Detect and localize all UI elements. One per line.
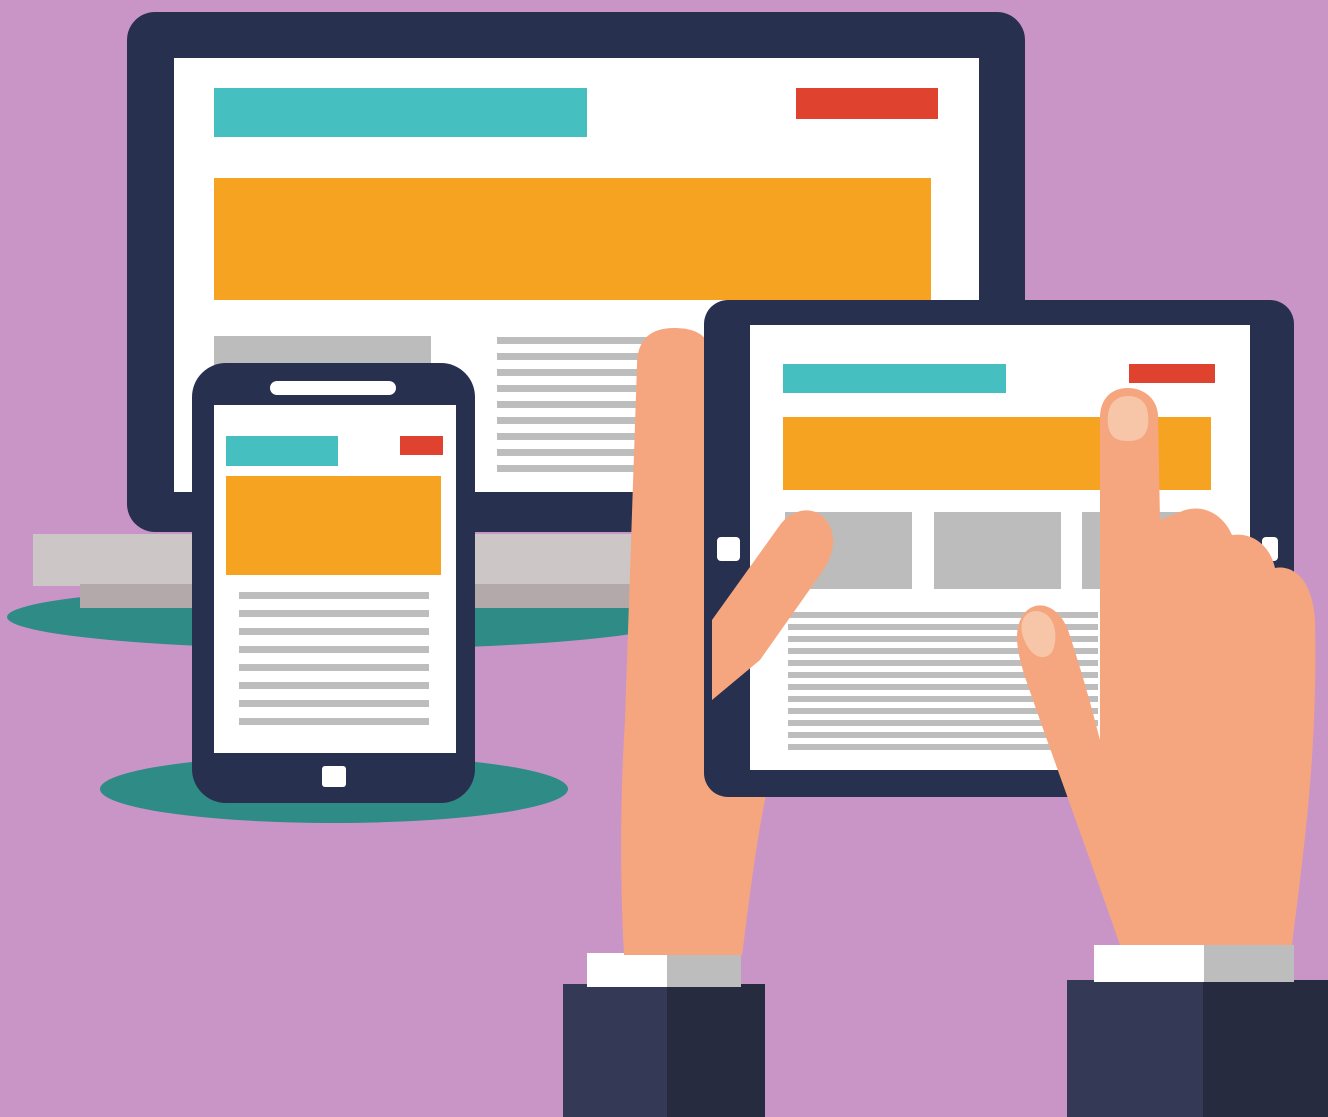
text-line [239, 718, 429, 725]
text-line [239, 592, 429, 599]
right-cuff-shade [1204, 945, 1294, 982]
left-sleeve [563, 984, 667, 1117]
right-index-nail [1107, 396, 1149, 441]
monitor-accent-button [796, 88, 938, 119]
phone-home-button [322, 766, 346, 787]
tablet-accent-button [1129, 364, 1215, 383]
text-line [239, 664, 429, 671]
right-sleeve-shade [1203, 980, 1328, 1117]
responsive-devices-illustration [0, 0, 1328, 1117]
text-line [239, 610, 429, 617]
text-line [239, 700, 429, 707]
right-cuff [1094, 945, 1204, 982]
right-sleeve [1067, 980, 1203, 1117]
text-line [239, 628, 429, 635]
phone-banner [226, 476, 441, 575]
text-line [239, 682, 429, 689]
tablet-header-bar [783, 364, 1006, 393]
left-cuff-shade [667, 953, 741, 987]
monitor-header-bar [214, 88, 587, 137]
phone-accent-button [400, 436, 443, 455]
left-cuff [587, 953, 667, 987]
tablet-placeholder-block [934, 512, 1061, 589]
left-sleeve-shade [667, 984, 765, 1117]
tablet-home-button [717, 537, 740, 561]
text-line [239, 646, 429, 653]
monitor-banner [214, 178, 931, 300]
phone-header-bar [226, 436, 338, 466]
phone-speaker [270, 381, 396, 395]
